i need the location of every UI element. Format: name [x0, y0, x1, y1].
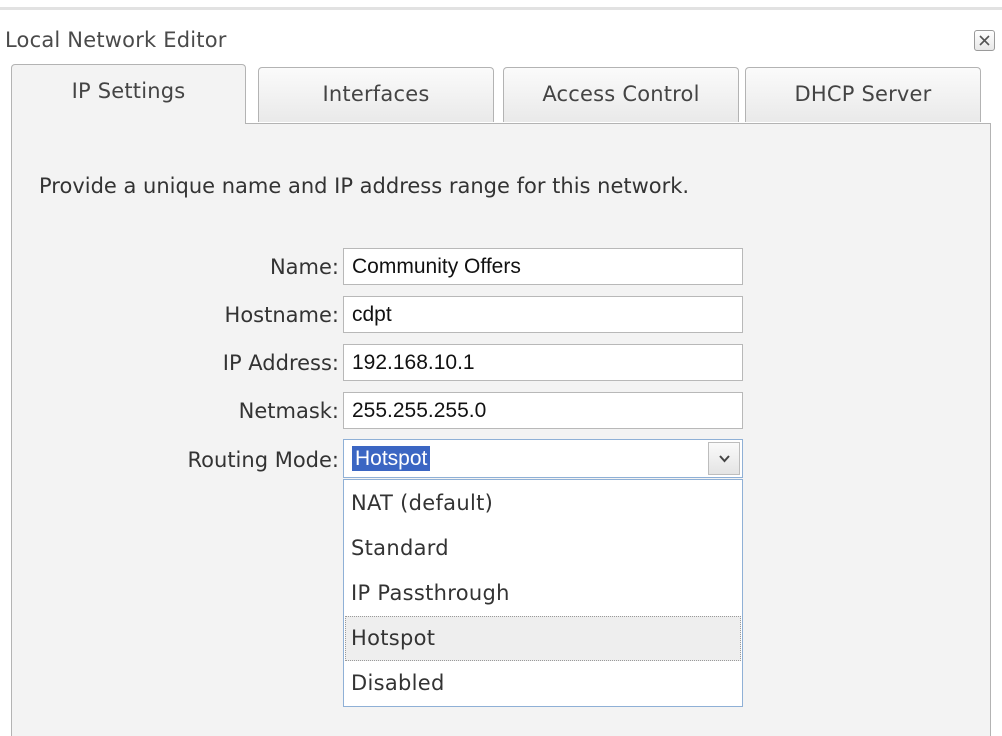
hostname-label: Hostname:: [224, 303, 339, 327]
window-top-border: [0, 7, 1002, 10]
local-network-editor-window: Local Network Editor IP Settings Interfa…: [0, 0, 1002, 736]
netmask-label: Netmask:: [238, 399, 339, 423]
chevron-down-icon: [719, 455, 730, 463]
option-disabled[interactable]: Disabled: [345, 661, 741, 706]
name-label: Name:: [269, 255, 339, 279]
option-ip-passthrough[interactable]: IP Passthrough: [345, 571, 741, 616]
close-x-icon: [979, 35, 990, 46]
routing-mode-selected-value: Hotspot: [352, 446, 431, 471]
routing-mode-dropdown-list: NAT (default) Standard IP Passthrough Ho…: [343, 479, 743, 707]
tab-ip-settings[interactable]: IP Settings: [11, 64, 246, 124]
option-standard[interactable]: Standard: [345, 526, 741, 571]
option-nat-default[interactable]: NAT (default): [345, 481, 741, 526]
option-hotspot[interactable]: Hotspot: [345, 616, 741, 661]
ip-address-label: IP Address:: [222, 351, 339, 375]
ip-settings-panel: Provide a unique name and IP address ran…: [11, 123, 991, 736]
tab-interfaces[interactable]: Interfaces: [258, 67, 494, 122]
routing-mode-label: Routing Mode:: [187, 448, 339, 472]
routing-mode-select[interactable]: Hotspot: [343, 439, 743, 478]
tab-bar: IP Settings Interfaces Access Control DH…: [11, 64, 991, 124]
ip-address-input[interactable]: [343, 344, 743, 381]
instructions-text: Provide a unique name and IP address ran…: [39, 174, 690, 198]
window-title: Local Network Editor: [5, 28, 227, 52]
close-button[interactable]: [974, 30, 995, 51]
dropdown-toggle-button[interactable]: [708, 442, 740, 475]
title-bar: Local Network Editor: [0, 22, 1002, 62]
tab-access-control[interactable]: Access Control: [503, 67, 739, 122]
hostname-input[interactable]: [343, 296, 743, 333]
tab-dhcp-server[interactable]: DHCP Server: [745, 67, 981, 122]
netmask-input[interactable]: [343, 392, 743, 429]
name-input[interactable]: [343, 248, 743, 285]
